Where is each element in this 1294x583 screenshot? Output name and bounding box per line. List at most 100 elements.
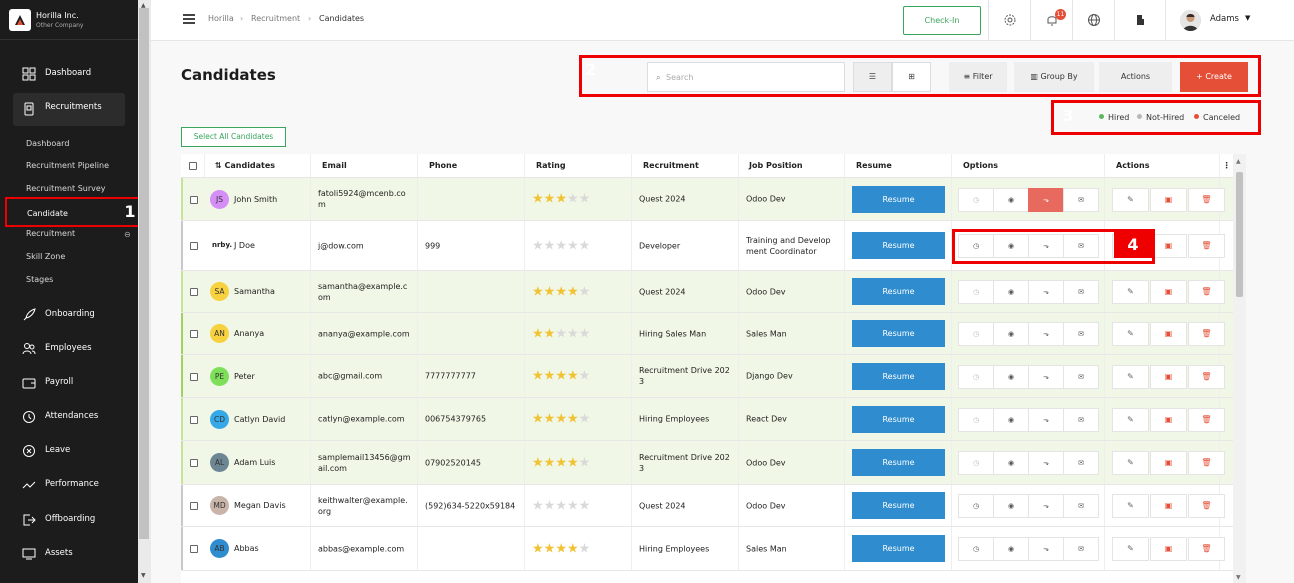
rating-cell[interactable]: ★★★★★	[525, 485, 632, 526]
edit-button[interactable]: ✎	[1112, 451, 1149, 475]
search-input[interactable]	[666, 70, 836, 85]
star-icon[interactable]: ★	[555, 541, 567, 556]
star-rating[interactable]: ★★★★★	[532, 369, 590, 384]
schedule-interview-button[interactable]: ◷	[958, 494, 994, 518]
rating-cell[interactable]: ★★★★★	[525, 355, 632, 397]
schedule-interview-button[interactable]: ◷	[958, 364, 994, 389]
archive-button[interactable]: ▣	[1150, 537, 1187, 561]
row-checkbox[interactable]	[190, 372, 198, 381]
subnav-dashboard[interactable]: Dashboard	[26, 139, 69, 148]
candidate-cell[interactable]: PE Peter	[205, 355, 311, 397]
select-all-checkbox[interactable]	[189, 162, 197, 170]
star-icon[interactable]: ★	[555, 238, 567, 253]
star-icon[interactable]: ★	[555, 284, 567, 299]
table-scrollbar[interactable]: ▲ ▼	[1233, 154, 1246, 583]
reject-button[interactable]: ⬎	[1028, 364, 1064, 389]
subnav-recruitment-pipeline[interactable]: Recruitment Pipeline	[26, 161, 109, 170]
candidate-cell[interactable]: CD Catlyn David	[205, 398, 311, 440]
column-menu-icon[interactable]: ⋮	[1220, 154, 1233, 178]
send-mail-button[interactable]: ✉	[1063, 280, 1099, 304]
star-icon[interactable]: ★	[532, 284, 544, 299]
star-icon[interactable]: ★	[544, 498, 556, 513]
star-icon[interactable]: ★	[555, 412, 567, 427]
star-icon[interactable]: ★	[579, 412, 591, 427]
delete-button[interactable]: 🗑	[1188, 280, 1225, 304]
sidebar-item-performance[interactable]: Performance	[0, 472, 138, 498]
sidebar-item-recruitments[interactable]: Recruitments	[13, 93, 125, 126]
create-button[interactable]: + Create	[1180, 62, 1248, 92]
sidebar-scrollbar[interactable]: ▲ ▼	[138, 0, 151, 583]
group-by-button[interactable]: ▥ Group By	[1014, 62, 1094, 92]
sidebar-item-employees[interactable]: Employees	[0, 336, 138, 362]
sidebar-item-dashboard[interactable]: Dashboard	[0, 61, 138, 87]
send-mail-button[interactable]: ✉	[1063, 407, 1099, 432]
edit-button[interactable]: ✎	[1112, 407, 1149, 432]
star-icon[interactable]: ★	[532, 498, 544, 513]
view-note-button[interactable]: ◉	[993, 322, 1029, 346]
star-icon[interactable]: ★	[579, 541, 591, 556]
edit-button[interactable]: ✎	[1112, 187, 1149, 212]
table-row[interactable]: AL Adam Luis samplemail13456@gmail.com 0790…	[181, 441, 1233, 485]
star-icon[interactable]: ★	[532, 326, 544, 341]
actions-dropdown[interactable]: Actions	[1099, 62, 1172, 92]
link-icon[interactable]: ⊖	[124, 230, 131, 239]
resume-button[interactable]: Resume	[852, 185, 945, 213]
delete-button[interactable]: 🗑	[1188, 451, 1225, 475]
menu-icon[interactable]	[183, 14, 195, 24]
reject-button[interactable]: ⬎	[1028, 494, 1064, 518]
sidebar-item-leave[interactable]: Leave	[0, 438, 138, 464]
row-checkbox[interactable]	[190, 415, 198, 424]
star-icon[interactable]: ★	[544, 192, 556, 207]
star-icon[interactable]: ★	[532, 192, 544, 207]
star-rating[interactable]: ★★★★★	[532, 192, 590, 207]
reject-button[interactable]: ⬎	[1028, 451, 1064, 475]
star-icon[interactable]: ★	[579, 455, 591, 470]
view-note-button[interactable]: ◉	[993, 451, 1029, 475]
subnav-recruitment-survey[interactable]: Recruitment Survey	[26, 184, 106, 193]
rating-cell[interactable]: ★★★★★	[525, 221, 632, 270]
star-icon[interactable]: ★	[579, 284, 591, 299]
rating-cell[interactable]: ★★★★★	[525, 441, 632, 484]
star-icon[interactable]: ★	[555, 369, 567, 384]
row-checkbox[interactable]	[190, 502, 198, 510]
star-icon[interactable]: ★	[555, 192, 567, 207]
schedule-interview-button[interactable]: ◷	[958, 451, 994, 475]
filter-button[interactable]: ≡ Filter	[949, 62, 1007, 92]
archive-button[interactable]: ▣	[1150, 187, 1187, 212]
table-row[interactable]: SA Samantha samantha@example.com ★★★★★ Quest…	[181, 271, 1233, 313]
reject-button[interactable]: ⬎	[1028, 407, 1064, 432]
edit-button[interactable]: ✎	[1112, 494, 1149, 518]
scrollbar-thumb[interactable]	[1236, 172, 1243, 297]
schedule-interview-button[interactable]: ◷	[958, 280, 994, 304]
candidate-cell[interactable]: nrby. J Doe	[205, 221, 311, 270]
resume-button[interactable]: Resume	[852, 278, 945, 305]
row-checkbox[interactable]	[190, 242, 198, 250]
edit-button[interactable]: ✎	[1112, 322, 1149, 346]
archive-button[interactable]: ▣	[1150, 364, 1187, 389]
star-icon[interactable]: ★	[567, 455, 579, 470]
star-icon[interactable]: ★	[567, 284, 579, 299]
reject-button[interactable]: ⬎	[1028, 537, 1064, 561]
breadcrumb-recruitment[interactable]: Recruitment	[251, 14, 300, 23]
sidebar-item-offboarding[interactable]: Offboarding	[0, 507, 138, 533]
delete-button[interactable]: 🗑	[1188, 322, 1225, 346]
delete-button[interactable]: 🗑	[1188, 187, 1225, 212]
legend-canceled[interactable]: Canceled	[1194, 113, 1240, 122]
reject-button[interactable]: ⬎	[1028, 322, 1064, 346]
resume-button[interactable]: Resume	[852, 405, 945, 433]
notifications-button[interactable]: 11	[1030, 0, 1072, 41]
row-checkbox[interactable]	[190, 330, 198, 338]
schedule-interview-button[interactable]: ◷	[958, 537, 994, 561]
star-icon[interactable]: ★	[579, 192, 591, 207]
rating-cell[interactable]: ★★★★★	[525, 313, 632, 354]
resume-button[interactable]: Resume	[852, 362, 945, 390]
row-checkbox[interactable]	[190, 545, 198, 553]
list-view-button[interactable]: ☰	[853, 62, 892, 92]
row-checkbox[interactable]	[190, 459, 198, 467]
reject-button[interactable]: ⬎	[1028, 280, 1064, 304]
star-rating[interactable]: ★★★★★	[532, 326, 590, 341]
legend-not-hired[interactable]: Not-Hired	[1137, 113, 1184, 122]
star-icon[interactable]: ★	[544, 455, 556, 470]
star-icon[interactable]: ★	[579, 498, 591, 513]
scroll-down-icon[interactable]: ▼	[1236, 574, 1241, 581]
